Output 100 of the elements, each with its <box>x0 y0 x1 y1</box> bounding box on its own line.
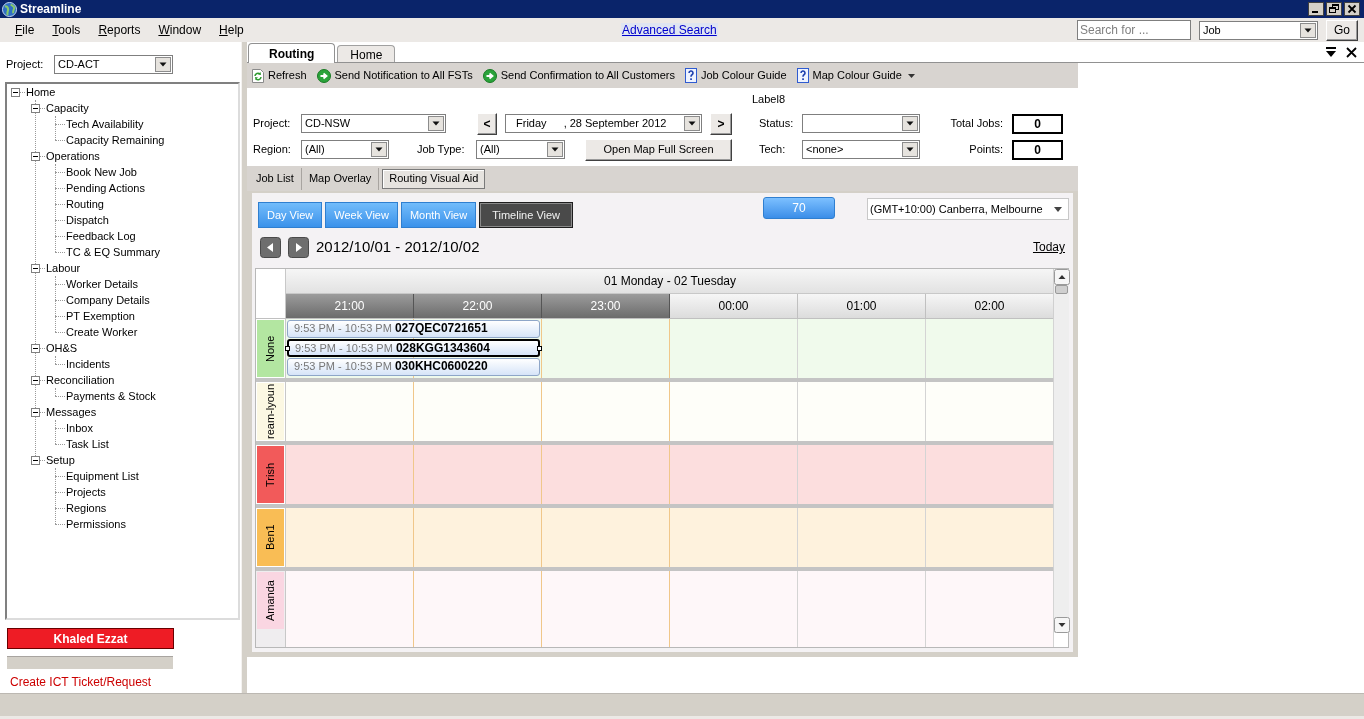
tree-item[interactable]: Inbox <box>65 421 93 435</box>
guide-button[interactable]: Map Colour Guide <box>796 67 915 84</box>
resource-label: Ben1 <box>257 509 284 566</box>
caret-icon[interactable] <box>547 142 563 157</box>
close-icon[interactable] <box>1344 2 1360 16</box>
vertical-scrollbar[interactable] <box>1053 269 1069 633</box>
tree-item[interactable]: Routing <box>65 197 104 211</box>
collapse-icon[interactable] <box>31 263 40 273</box>
advanced-search-link[interactable]: Advanced Search <box>621 23 718 37</box>
tree-item[interactable]: Permissions <box>65 517 126 531</box>
collapse-icon[interactable] <box>11 87 20 97</box>
caret-icon[interactable] <box>684 116 700 131</box>
tree-item[interactable]: Projects <box>65 485 106 499</box>
tree-item[interactable]: Book New Job <box>65 165 137 179</box>
tab[interactable]: Job List <box>249 167 302 190</box>
open-map-button[interactable]: Open Map Full Screen <box>585 138 732 161</box>
previous-icon[interactable] <box>260 236 281 258</box>
field-label: Total Jobs: <box>950 116 1003 132</box>
tree-item[interactable]: Reconciliation <box>45 373 115 387</box>
search-field[interactable]: Search for ... <box>1077 20 1191 40</box>
tree-item[interactable]: OH&S <box>45 341 78 355</box>
caret-icon[interactable] <box>1054 206 1062 212</box>
tree-item[interactable]: Feedback Log <box>65 229 136 243</box>
caret-icon[interactable] <box>907 73 915 78</box>
date-picker[interactable]: Friday , 28 September 2012 <box>505 114 702 133</box>
caret-icon[interactable] <box>371 142 387 157</box>
refresh-button[interactable]: Refresh <box>252 67 307 84</box>
next-icon[interactable] <box>288 236 309 258</box>
collapse-icon[interactable] <box>31 343 40 353</box>
menu-item[interactable]: Reports <box>98 23 141 37</box>
tree-item[interactable]: PT Exemption <box>65 309 135 323</box>
ticket-link[interactable]: Create ICT Ticket/Request <box>10 675 152 689</box>
tree-item[interactable]: Payments & Stock <box>65 389 156 403</box>
menu-item[interactable]: Help <box>219 23 244 37</box>
tree-item[interactable]: Tech Availability <box>65 117 144 131</box>
collapse-icon[interactable] <box>31 455 40 465</box>
next-day-button[interactable]: > <box>710 112 732 135</box>
timezone-dropdown[interactable]: (GMT+10:00) Canberra, Melbourne <box>867 198 1069 220</box>
collapse-icon[interactable] <box>31 375 40 385</box>
menu-item[interactable]: Tools <box>52 23 81 37</box>
tech-dropdown[interactable]: <none> <box>802 140 920 159</box>
project-dropdown[interactable]: CD-NSW <box>301 114 446 133</box>
tree-item[interactable]: Incidents <box>65 357 111 371</box>
project-dropdown[interactable]: CD-ACT <box>54 55 173 74</box>
tab[interactable]: Routing Visual Aid <box>382 168 486 189</box>
previous-day-button[interactable]: < <box>477 112 497 135</box>
field-label: Tech: <box>759 142 786 158</box>
scroll-up-icon[interactable] <box>1054 269 1070 285</box>
caret-icon[interactable] <box>1300 22 1316 38</box>
go-button[interactable]: Go <box>1326 19 1358 41</box>
tree-item[interactable]: Create Worker <box>65 325 138 339</box>
tree-item[interactable]: Capacity Remaining <box>65 133 165 147</box>
restore-icon[interactable] <box>1326 2 1342 16</box>
today-link[interactable]: Today <box>1032 238 1065 256</box>
minimize-icon[interactable] <box>1308 2 1324 16</box>
tree-item[interactable]: Operations <box>45 149 100 163</box>
tree-item[interactable]: Equipment List <box>65 469 139 483</box>
collapse-icon[interactable] <box>31 151 40 161</box>
tree-item[interactable]: Capacity <box>45 101 89 115</box>
tab[interactable]: Routing <box>248 43 336 63</box>
caret-icon[interactable] <box>902 142 918 157</box>
collapse-icon[interactable] <box>31 103 40 113</box>
send-button[interactable]: Send Notification to All FSTs <box>316 67 473 84</box>
search-type-dropdown[interactable]: Job <box>1199 20 1318 40</box>
tree-item[interactable]: Pending Actions <box>65 181 145 195</box>
tree-item[interactable]: Company Details <box>65 293 150 307</box>
tab[interactable]: Map Overlay <box>301 167 380 190</box>
menu-item[interactable]: Window <box>158 23 202 37</box>
tree-item[interactable]: Home <box>25 85 56 99</box>
appointment[interactable]: 9:53 PM - 10:53 PM 028KGG1343604 <box>287 339 540 357</box>
tree-item[interactable]: Task List <box>65 437 109 451</box>
tree-item[interactable]: Messages <box>45 405 97 419</box>
region-dropdown[interactable]: (All) <box>301 140 389 159</box>
job-type-dropdown[interactable]: (All) <box>476 140 565 159</box>
scroll-down-icon[interactable] <box>1054 617 1070 633</box>
collapse-icon[interactable] <box>31 407 40 417</box>
tree-item[interactable]: Worker Details <box>65 277 138 291</box>
count-field: 0 <box>1012 139 1063 160</box>
send-button[interactable]: Send Confirmation to All Customers <box>482 67 675 84</box>
view-button[interactable]: Timeline View <box>479 202 574 228</box>
close-icon[interactable] <box>1346 46 1357 58</box>
guide-button[interactable]: Job Colour Guide <box>684 67 787 84</box>
appointment[interactable]: 9:53 PM - 10:53 PM 027QEC0721651 <box>287 320 540 338</box>
tree-item[interactable]: Labour <box>45 261 81 275</box>
tab[interactable]: Home <box>337 45 396 62</box>
caret-icon[interactable] <box>155 57 171 72</box>
appointment[interactable]: 9:53 PM - 10:53 PM 030KHC0600220 <box>287 358 540 376</box>
scroll-thumb[interactable] <box>1055 285 1068 294</box>
status-dropdown[interactable] <box>802 114 920 133</box>
caret-icon[interactable] <box>902 116 918 131</box>
handle-icon[interactable] <box>537 346 542 351</box>
resource-label: None <box>257 320 284 377</box>
menu-item[interactable]: File <box>15 23 35 37</box>
tree-item[interactable]: Setup <box>45 453 75 467</box>
window-menu-icon[interactable] <box>1326 47 1336 57</box>
tree-item[interactable]: TC & EQ Summary <box>65 245 161 259</box>
tree-item[interactable]: Regions <box>65 501 107 515</box>
caret-icon[interactable] <box>428 116 444 131</box>
tree-item[interactable]: Dispatch <box>65 213 109 227</box>
handle-icon[interactable] <box>285 346 290 351</box>
